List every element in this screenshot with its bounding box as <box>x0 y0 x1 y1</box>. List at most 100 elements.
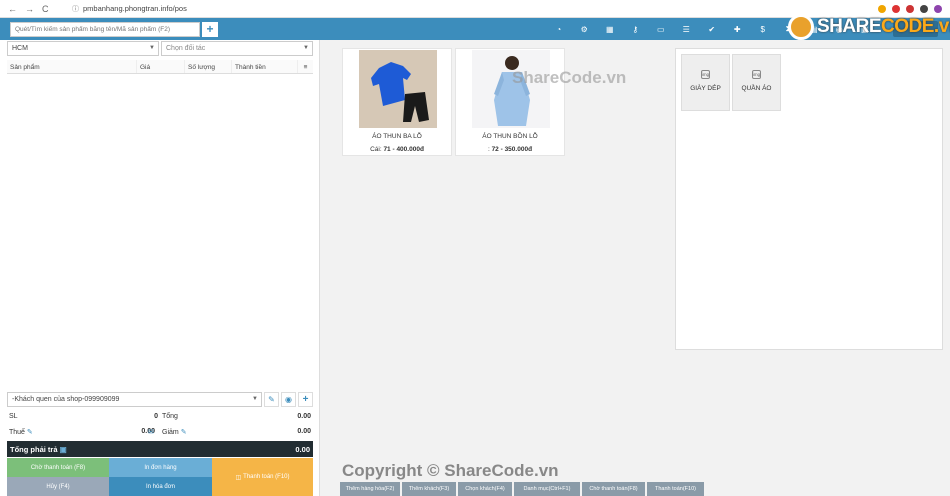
check-circle-icon[interactable]: ✔ <box>699 18 725 40</box>
partner-placeholder: Chọn đối tác <box>166 45 206 52</box>
choose-customer-shortcut[interactable]: Chọn khách(F4) <box>458 482 512 496</box>
category-item[interactable]: img QUẦN ÁO <box>732 54 781 111</box>
discount-value: 0.00 <box>297 428 311 435</box>
product-grid: ÁO THUN BA LỖ Cái: 71 - 400.000đ ÁO THUN… <box>320 40 675 496</box>
address-bar[interactable]: ⓘ pmbanhang.phongtran.info/pos <box>72 4 187 14</box>
calculator-icon[interactable]: ▦ <box>597 18 623 40</box>
logo-mark <box>788 14 814 40</box>
grand-total-bar: Tổng phải trả ▣ 0.00 <box>7 441 313 457</box>
payment-shortcut[interactable]: Thanh toán(F10) <box>647 482 704 496</box>
edit-discount-icon[interactable]: ✎ <box>181 429 187 436</box>
product-price: : 72 - 350.000đ <box>456 146 564 153</box>
product-image-dress <box>472 50 550 128</box>
col-price: Giá <box>137 60 185 73</box>
cart-panel: HCM ▼ Chọn đối tác ▼ Sản phẩm Giá Số lượng… <box>0 40 320 496</box>
print-invoice-button[interactable]: In hóa đơn <box>109 477 212 496</box>
category-label: QUẦN ÁO <box>741 85 772 92</box>
key-icon[interactable]: ⚷ <box>623 18 649 40</box>
dollar-icon[interactable]: $ <box>750 18 776 40</box>
logo-text-accent: CODE.vn <box>881 16 950 37</box>
info-icon[interactable]: ⓘ <box>72 4 79 14</box>
browser-extensions <box>878 4 950 13</box>
shortcut-bar: Thêm hàng hóa(F2) Thêm khách(F3) Chọn kh… <box>340 482 704 496</box>
star-icon[interactable] <box>878 4 886 13</box>
cancel-button[interactable]: Hủy (F4) <box>7 477 109 496</box>
category-shortcut[interactable]: Danh mục(Ctrl+F1) <box>514 482 580 496</box>
partner-select[interactable]: Chọn đối tác ▼ <box>161 41 313 56</box>
extension-icon[interactable] <box>906 4 914 13</box>
product-card[interactable]: ÁO THUN BA LỖ Cái: 71 - 400.000đ <box>342 48 452 156</box>
copyright-watermark: Copyright © ShareCode.vn <box>342 461 559 480</box>
grand-total-label-wrap: Tổng phải trả ▣ <box>10 445 67 454</box>
grand-total-label: Tổng phải trả <box>10 444 58 454</box>
add-customer-button[interactable]: + <box>298 391 313 407</box>
location-value: HCM <box>12 45 28 52</box>
watermark-text: ShareCode.vn <box>512 68 627 87</box>
profile-icon[interactable] <box>934 4 942 13</box>
plus-circle-icon[interactable]: ✚ <box>725 18 751 40</box>
print-order-button[interactable]: In đơn hàng <box>109 458 212 477</box>
chevron-down-icon: ▼ <box>252 395 258 402</box>
share-icon[interactable]: ⚙ <box>572 18 598 40</box>
qty-label: SL <box>9 413 18 420</box>
subtotal-label: Tổng <box>162 413 178 420</box>
view-customer-button[interactable]: ◉ <box>281 391 296 407</box>
image-icon: img <box>752 70 761 79</box>
grand-total-value: 0.00 <box>295 444 310 454</box>
extension-icon[interactable] <box>892 4 900 13</box>
product-price: Cái: 71 - 400.000đ <box>343 146 451 153</box>
browser-nav: ← → C <box>0 4 72 14</box>
customer-value: -Khách quen của shop-099909099 <box>12 395 120 403</box>
add-customer-shortcut[interactable]: Thêm khách(F3) <box>402 482 456 496</box>
pay-icon: ◫ <box>235 474 242 481</box>
checkout-actions: Chờ thanh toán (F8) In đơn hàng ◫ Thanh t… <box>7 458 313 496</box>
forward-icon[interactable]: → <box>25 4 34 14</box>
edit-tax-icon[interactable]: ✎ <box>27 429 33 436</box>
grand-total-icon: ▣ <box>59 444 67 454</box>
customer-select[interactable]: -Khách quen của shop-099909099 ▼ <box>7 391 262 407</box>
hold-payment-button[interactable]: Chờ thanh toán (F8) <box>7 458 109 477</box>
product-image-tshirt <box>359 50 437 128</box>
cart-filters: HCM ▼ Chọn đối tác ▼ <box>7 41 313 56</box>
pay-label: Thanh toán (F10) <box>243 474 290 480</box>
summary-row-qty: SL 0 Tổng 0.00 <box>7 413 313 425</box>
tax-label: Thuế <box>9 429 25 436</box>
product-search-input[interactable] <box>10 21 200 37</box>
customer-row: -Khách quen của shop-099909099 ▼ ✎ ◉ + <box>7 391 313 407</box>
list-icon[interactable]: ☰ <box>674 18 700 40</box>
tax-label-wrap: Thuế ✎ <box>9 428 33 436</box>
price-prefix: : <box>487 146 490 153</box>
add-product-shortcut[interactable]: Thêm hàng hóa(F2) <box>340 482 400 496</box>
col-quantity: Số lượng <box>185 60 232 73</box>
chevron-down-icon: ▼ <box>303 45 309 51</box>
chevron-down-icon: ▼ <box>149 45 155 51</box>
qty-value: 0 <box>154 413 158 420</box>
comment-icon[interactable]: ✉ <box>148 428 154 436</box>
back-icon[interactable]: ← <box>8 4 17 14</box>
laptop-icon[interactable]: ▭ <box>648 18 674 40</box>
location-select[interactable]: HCM ▼ <box>7 41 159 56</box>
image-icon: img <box>701 70 710 79</box>
edit-customer-button[interactable]: ✎ <box>264 391 279 407</box>
subtotal-value: 0.00 <box>297 413 311 420</box>
category-item[interactable]: img GIÀY DÉP <box>681 54 730 111</box>
price-prefix: Cái: <box>370 146 382 153</box>
discount-label-wrap: Giảm ✎ <box>162 428 187 436</box>
extension-icon[interactable] <box>920 4 928 13</box>
category-label: GIÀY DÉP <box>690 85 721 92</box>
reload-icon[interactable]: C <box>42 4 49 14</box>
url-text[interactable]: pmbanhang.phongtran.info/pos <box>83 4 187 13</box>
pay-button[interactable]: ◫ Thanh toán (F10) <box>212 458 313 496</box>
sharecode-logo: SHARECODE.vn <box>788 14 950 40</box>
dashboard-icon[interactable]: ◔ <box>546 18 572 40</box>
discount-label: Giảm <box>162 429 179 436</box>
cart-table-header: Sản phẩm Giá Số lượng Thành tiền ≡ <box>7 60 313 74</box>
add-product-button[interactable]: + <box>202 21 218 37</box>
price-value: 71 - 400.000đ <box>383 146 424 153</box>
logo-text-main: SHARE <box>817 16 882 37</box>
col-product: Sản phẩm <box>7 60 137 73</box>
product-name: ÁO THUN BA LỖ <box>372 133 422 140</box>
hold-payment-shortcut[interactable]: Chờ thanh toán(F8) <box>582 482 645 496</box>
product-card[interactable]: ÁO THUN BỒN LỖ : 72 - 350.000đ <box>455 48 565 156</box>
category-panel: img GIÀY DÉP img QUẦN ÁO <box>675 48 943 350</box>
